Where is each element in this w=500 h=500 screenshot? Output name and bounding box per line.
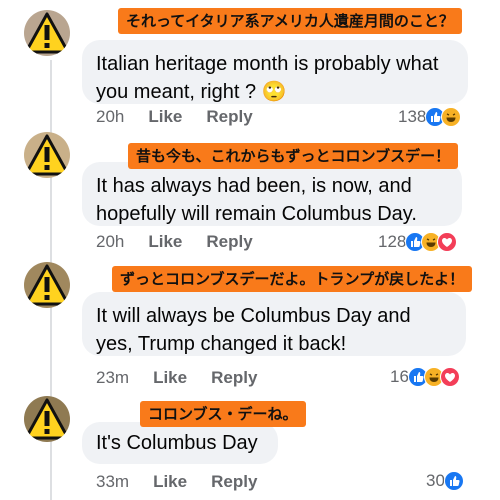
comment-line: It has always had been, is now, and	[96, 175, 412, 197]
comment-bubble: It will always be Columbus Day and yes, …	[82, 292, 466, 356]
laughing-face-icon	[441, 107, 462, 127]
like-button[interactable]: Like	[153, 472, 187, 492]
timestamp[interactable]: 33m	[96, 472, 129, 492]
warning-triangle-icon	[24, 134, 70, 176]
reply-button[interactable]: Reply	[206, 107, 252, 127]
reaction-count: 16	[390, 367, 409, 386]
comment-bubble: It's Columbus Day	[82, 422, 278, 464]
warning-triangle-icon	[24, 12, 70, 54]
comment-bubble: Italian heritage month is probably what …	[82, 40, 468, 104]
like-button[interactable]: Like	[153, 368, 187, 388]
reaction-summary[interactable]: 138	[398, 107, 462, 127]
comment-actions: 23m Like Reply	[96, 368, 281, 388]
reaction-summary[interactable]: 128	[378, 232, 458, 252]
comment-actions: 33m Like Reply	[96, 472, 281, 492]
timestamp[interactable]: 20h	[96, 107, 124, 127]
translation-banner: ずっとコロンブスデーだよ。トランプが戻したよ！	[112, 266, 473, 292]
avatar[interactable]	[24, 396, 70, 442]
thumbs-up-icon	[443, 471, 464, 491]
comment-actions: 20h Like Reply	[96, 107, 277, 127]
translation-banner: コロンブス・デーね。	[140, 401, 306, 427]
comment-actions: 20h Like Reply	[96, 232, 277, 252]
heart-icon	[439, 367, 460, 387]
avatar[interactable]	[24, 262, 70, 308]
reaction-count: 128	[378, 232, 407, 251]
comment-line: you meant, right ? 🙄	[96, 81, 287, 103]
heart-icon	[437, 232, 458, 252]
reply-button[interactable]: Reply	[211, 472, 257, 492]
comment-bubble: It has always had been, is now, and hope…	[82, 162, 462, 226]
comment-line: hopefully will remain Columbus Day.	[96, 203, 417, 225]
translation-banner: 昔も今も、これからもずっとコロンブスデー！	[128, 143, 459, 169]
reaction-count: 138	[398, 107, 427, 126]
reaction-count: 30	[426, 471, 445, 490]
avatar[interactable]	[24, 10, 70, 56]
avatar[interactable]	[24, 132, 70, 178]
warning-triangle-icon	[24, 398, 70, 440]
comment-line: It will always be Columbus Day and	[96, 305, 411, 327]
translation-banner: それってイタリア系アメリカ人遺産月間のこと？	[118, 8, 462, 34]
like-button[interactable]: Like	[148, 232, 182, 252]
reply-button[interactable]: Reply	[211, 368, 257, 388]
reaction-summary[interactable]: 30	[426, 471, 464, 491]
comment-line: It's Columbus Day	[96, 432, 258, 454]
warning-triangle-icon	[24, 264, 70, 306]
reply-button[interactable]: Reply	[206, 232, 252, 252]
comment-line: Italian heritage month is probably what	[96, 53, 439, 75]
comment-line: yes, Trump changed it back!	[96, 333, 347, 355]
reaction-summary[interactable]: 16	[390, 367, 460, 387]
timestamp[interactable]: 23m	[96, 368, 129, 388]
like-button[interactable]: Like	[148, 107, 182, 127]
timestamp[interactable]: 20h	[96, 232, 124, 252]
